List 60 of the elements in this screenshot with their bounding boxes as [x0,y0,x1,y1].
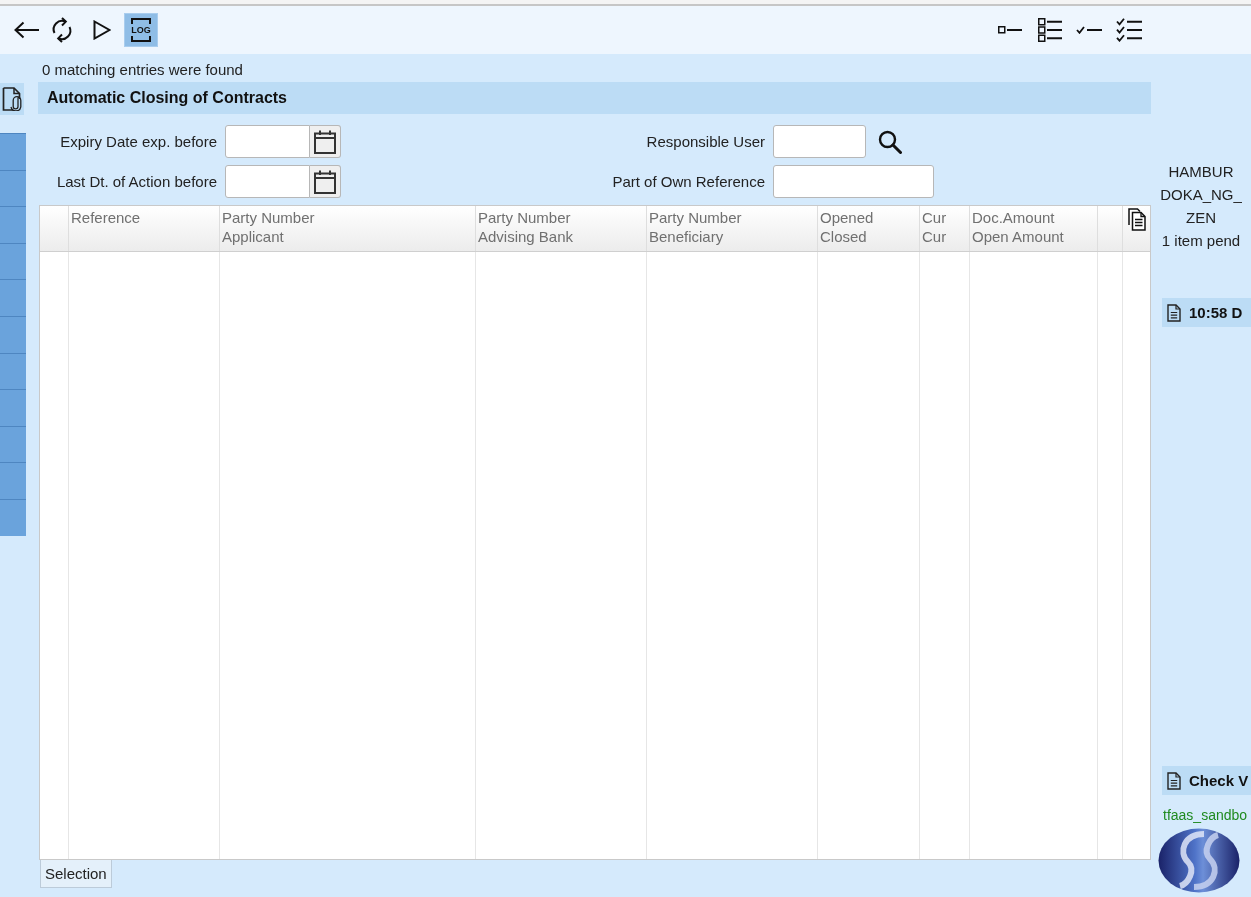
task-entry[interactable]: Check V [1162,766,1251,795]
sidebar-tab[interactable] [0,242,26,280]
column-header: Closed [820,227,867,246]
sidebar-tab[interactable] [0,462,26,499]
column-header: Doc.Amount [972,208,1055,227]
document-icon [1167,771,1181,790]
sidebar-tab[interactable] [0,389,26,426]
sidebar-tab[interactable] [0,206,26,243]
column-header: Applicant [222,227,284,246]
info-line: DOKA_NG_ [1160,185,1242,205]
history-entry[interactable]: 10:58 D [1162,298,1251,327]
date-field[interactable] [225,165,310,198]
sidebar-tab[interactable] [0,133,26,170]
sidebar-tab[interactable] [0,279,26,316]
column-header: Reference [71,208,141,227]
input-field[interactable] [773,125,866,158]
search-icon[interactable] [878,129,902,154]
column-header: Party Number [222,208,315,227]
column-header: Beneficiary [649,227,724,246]
column-header: Opened [820,208,874,227]
column-header: Cur [922,227,947,246]
tab[interactable]: Selection [40,860,112,888]
document-clip-icon [1,87,23,111]
column-header: Open Amount [972,227,1064,246]
column-header: Advising Bank [478,227,574,246]
calendar-icon [314,169,336,194]
attach-document-button[interactable] [0,83,24,115]
sidebar-tab[interactable] [0,169,26,207]
field-label: Expiry Date exp. before [60,133,217,150]
calendar-button[interactable] [310,165,341,198]
field-label: Responsible User [646,133,765,150]
info-line: 1 item pend [1161,231,1241,251]
section-header: Automatic Closing of Contracts [38,82,1151,114]
document-icon [1167,303,1181,322]
calendar-button[interactable] [310,125,341,158]
info-line: ZEN [1186,208,1216,228]
documents-icon[interactable] [1127,208,1146,231]
box-list-icon[interactable] [1038,18,1062,42]
sidebar-tab[interactable] [0,315,26,353]
refresh-icon[interactable] [50,17,74,43]
column-header: Party Number [478,208,571,227]
column-header: Party Number [649,208,742,227]
calendar-icon [314,129,336,154]
date-field[interactable] [225,125,310,158]
column-header: Cur [922,208,947,227]
info-line: HAMBUR [1168,162,1234,182]
play-icon[interactable] [93,20,111,40]
sidebar-tab[interactable] [0,425,26,463]
box-line-icon[interactable] [998,26,1022,34]
field-label: Last Dt. of Action before [56,173,217,190]
environment-label: tfaas_sandbo [1163,806,1248,824]
back-arrow-icon[interactable] [14,21,40,39]
checklist-icon[interactable] [1116,18,1142,42]
log-button[interactable]: LOG [124,13,158,47]
sidebar-tab[interactable] [0,498,26,536]
status-message: 0 matching entries were found [42,60,243,80]
field-label: Part of Own Reference [612,173,765,190]
sidebar-tab[interactable] [0,352,26,390]
check-line-icon[interactable] [1076,26,1102,34]
input-field[interactable] [773,165,934,198]
